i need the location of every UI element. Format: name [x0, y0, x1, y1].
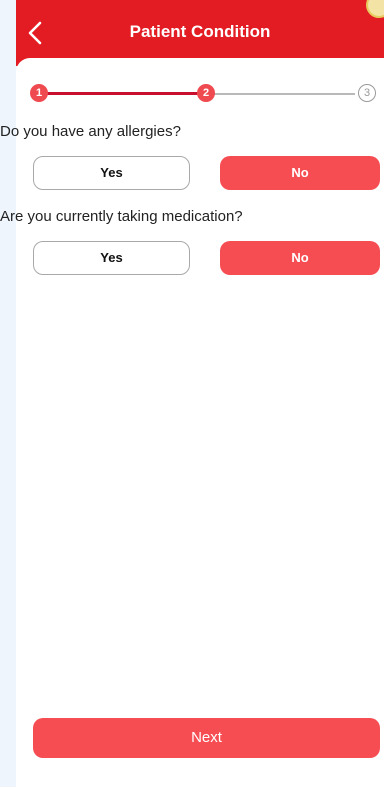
stepper-line-completed	[39, 92, 201, 95]
corner-badge-icon	[366, 0, 384, 18]
page-title: Patient Condition	[129, 22, 271, 41]
step-2-indicator: 2	[197, 84, 215, 102]
medication-question: Are you currently taking medication?	[0, 208, 243, 225]
allergies-question: Do you have any allergies?	[0, 123, 181, 140]
medication-no-button[interactable]: No	[220, 241, 380, 275]
allergies-yes-button[interactable]: Yes	[33, 156, 190, 190]
main-content: 1 2 3 Do you have any allergies? Yes No …	[0, 58, 384, 787]
progress-stepper: 1 2 3	[16, 58, 384, 102]
allergies-no-button[interactable]: No	[220, 156, 380, 190]
stepper-line-pending	[213, 93, 355, 95]
step-1-indicator: 1	[30, 84, 48, 102]
page-background-strip	[0, 0, 16, 787]
medication-yes-button[interactable]: Yes	[33, 241, 190, 275]
step-3-indicator: 3	[358, 84, 376, 102]
app-header: Patient Condition	[16, 0, 384, 66]
next-button[interactable]: Next	[33, 718, 380, 758]
